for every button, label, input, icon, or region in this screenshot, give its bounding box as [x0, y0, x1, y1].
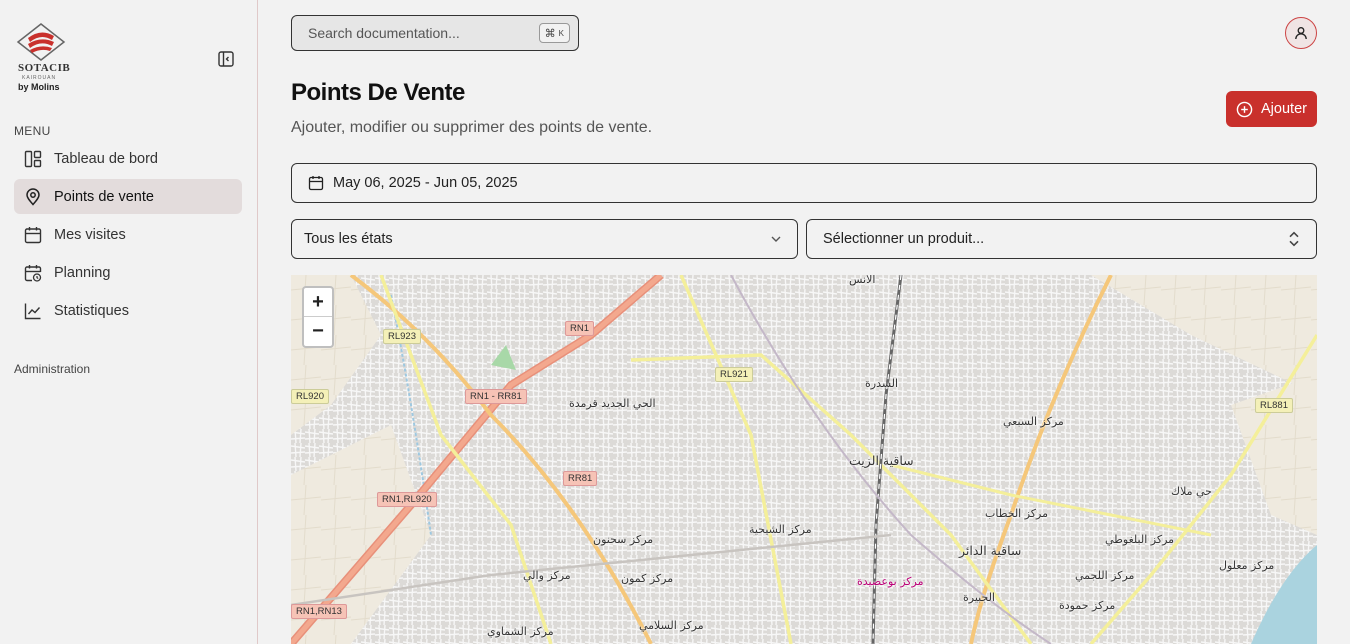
chevron-down-icon — [771, 236, 781, 242]
road-label: RL923 — [383, 329, 421, 344]
map-place-label: ساقية الدائر — [959, 543, 1022, 558]
calendar-icon — [24, 226, 42, 243]
map-place-label: حي ملاك — [1171, 485, 1212, 498]
product-select-value: Sélectionner un produit... — [823, 231, 985, 247]
admin-section-label: Administration — [14, 362, 91, 376]
map-place-label: مركز بوعصيدة — [857, 575, 924, 588]
map-tiles — [291, 275, 1317, 644]
chart-line-icon — [24, 303, 41, 319]
panel-left-icon — [218, 51, 234, 67]
date-range-value: May 06, 2025 - Jun 05, 2025 — [333, 175, 518, 191]
sidebar-item-label: Statistiques — [54, 302, 129, 319]
date-range-picker[interactable]: May 06, 2025 - Jun 05, 2025 — [291, 163, 1317, 203]
map-place-label: مركز حمودة — [1059, 599, 1116, 612]
page-subtitle: Ajouter, modifier ou supprimer des point… — [291, 119, 653, 136]
calendar-clock-icon — [24, 264, 42, 282]
sidebar-item-planning[interactable]: Planning — [14, 255, 242, 290]
map-place-label: مركز كمون — [621, 572, 674, 585]
search-input[interactable] — [308, 25, 528, 41]
user-icon — [1295, 27, 1307, 40]
map-place-label: السدرة — [865, 377, 899, 390]
sidebar-item-tableau-de-bord[interactable]: Tableau de bord — [14, 141, 242, 176]
sidebar-item-mes-visites[interactable]: Mes visites — [14, 217, 242, 252]
sidebar-item-statistiques[interactable]: Statistiques — [14, 293, 242, 328]
calendar-icon — [308, 176, 324, 191]
sidebar-item-label: Points de vente — [54, 188, 154, 205]
map-place-label: مركز الخطاب — [985, 507, 1049, 520]
chevrons-up-down-icon — [1289, 231, 1299, 247]
map-view[interactable]: + − RN1 RL923 RN1 - RR81 RL920 RR81 RN1,… — [291, 275, 1317, 644]
page-title: Points De Vente — [291, 79, 465, 106]
sidebar-collapse-button[interactable] — [217, 50, 235, 68]
map-place-label: مركز معلول — [1219, 559, 1275, 572]
brand-by: by Molins — [18, 82, 60, 92]
zoom-in-button[interactable]: + — [304, 288, 332, 317]
sidebar: SOTACIB KAIROUAN by Molins MENU Tableau … — [0, 0, 258, 644]
map-place-label: الحي الجديد قرمدة — [569, 397, 656, 410]
map-place-label: مركز اللجمي — [1075, 569, 1135, 582]
road-label: RL921 — [715, 367, 753, 382]
zoom-out-button[interactable]: − — [304, 317, 332, 346]
road-label: RN1 - RR81 — [465, 389, 527, 404]
map-place-label: مركز سحنون — [593, 533, 654, 546]
road-label: RN1,RL920 — [377, 492, 437, 507]
road-label: RL920 — [291, 389, 329, 404]
states-select[interactable]: Tous les états — [291, 219, 798, 259]
add-point-de-vente-button[interactable]: Ajouter — [1226, 91, 1317, 127]
brand-name: SOTACIB — [18, 62, 71, 74]
map-place-label: ساقية الزيت — [849, 453, 914, 468]
plus-circle-icon — [1236, 101, 1253, 117]
map-place-label: مركز الشيحية — [749, 523, 812, 536]
menu-section-label: MENU — [14, 124, 51, 138]
shortcut-letter: K — [558, 28, 564, 38]
sidebar-item-points-de-vente[interactable]: Points de vente — [14, 179, 242, 214]
product-select[interactable]: Sélectionner un produit... — [806, 219, 1317, 259]
logo-mark-icon — [16, 23, 66, 61]
map-place-label: مركز السبعي — [1003, 415, 1064, 428]
states-select-value: Tous les états — [304, 231, 393, 247]
command-key: ⌘ — [544, 27, 556, 40]
road-label: RL881 — [1255, 398, 1293, 413]
sidebar-nav: Tableau de bord Points de vente Mes visi… — [14, 141, 242, 331]
map-place-label: الجبيرة — [963, 591, 995, 604]
dashboard-icon — [24, 150, 42, 167]
road-label: RN1 — [565, 321, 595, 336]
user-avatar-button[interactable] — [1285, 17, 1317, 49]
map-zoom-control: + − — [302, 286, 334, 348]
map-place-label: الأنس — [849, 275, 876, 286]
map-place-label: مركز الشماوي — [487, 625, 554, 638]
map-place-label: مركز البلغوطي — [1105, 533, 1175, 546]
road-label: RN1,RN13 — [291, 604, 347, 619]
road-label: RR81 — [563, 471, 598, 486]
sidebar-item-label: Tableau de bord — [54, 150, 158, 167]
map-place-label: مركز السلامي — [639, 619, 704, 632]
brand-sub: KAIROUAN — [22, 75, 57, 81]
map-place-label: مركز والي — [523, 569, 571, 582]
search-bar[interactable]: ⌘ K — [291, 15, 579, 51]
sidebar-item-label: Planning — [54, 264, 111, 281]
search-shortcut: ⌘ K — [538, 23, 570, 43]
sidebar-item-label: Mes visites — [54, 226, 126, 243]
map-pin-icon — [26, 187, 40, 206]
sotacib-logo: SOTACIB KAIROUAN by Molins — [16, 22, 76, 94]
add-button-label: Ajouter — [1261, 101, 1307, 117]
